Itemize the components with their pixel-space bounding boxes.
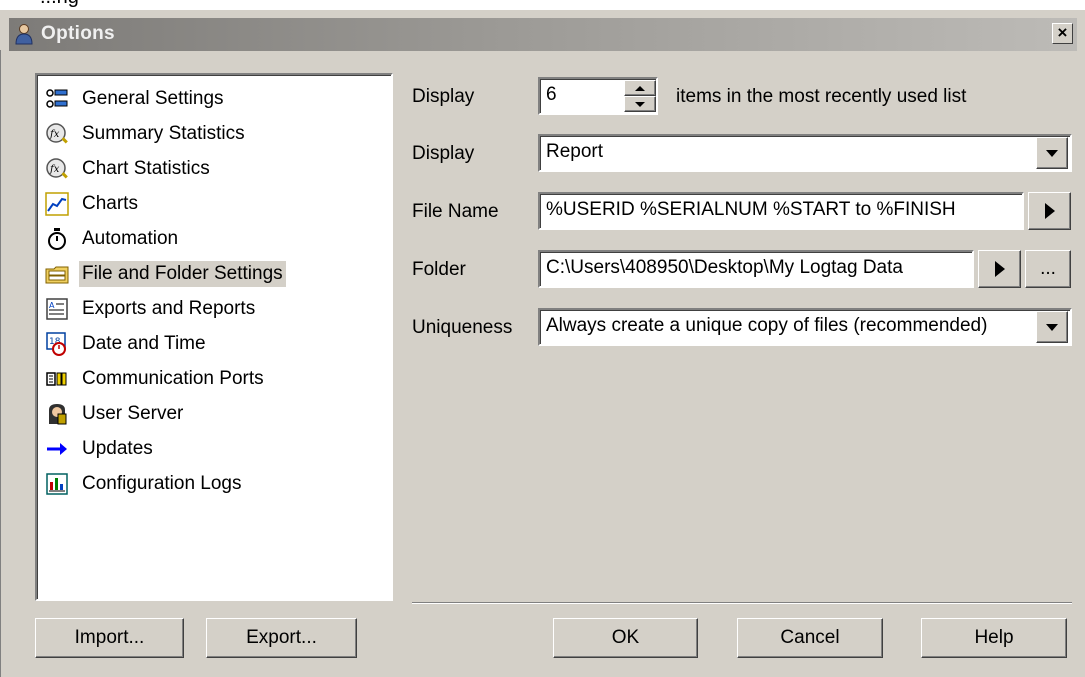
mru-display-label: Display bbox=[412, 86, 475, 107]
cancel-button[interactable]: Cancel bbox=[737, 618, 883, 658]
chevron-down-icon bbox=[1046, 323, 1058, 331]
close-button[interactable]: × bbox=[1052, 23, 1073, 44]
chevron-down-icon bbox=[1046, 149, 1058, 157]
filename-label: File Name bbox=[412, 201, 499, 222]
spinner-down-icon bbox=[635, 101, 645, 107]
nav-item-user-server[interactable]: User Server bbox=[45, 398, 186, 430]
folder-input[interactable]: C:\Users\408950\Desktop\My Logtag Data bbox=[538, 250, 974, 288]
export-button-label: Export... bbox=[246, 627, 317, 648]
nav-item-charts[interactable]: Charts bbox=[45, 188, 141, 220]
general-settings-icon bbox=[45, 87, 69, 111]
play-arrow-icon bbox=[1044, 203, 1055, 219]
ok-button-label: OK bbox=[611, 627, 640, 648]
nav-label: Automation bbox=[82, 228, 179, 249]
nav-item-file-and-folder-settings[interactable]: File and Folder Settings bbox=[45, 258, 286, 290]
nav-item-date-and-time[interactable]: 18 Date and Time bbox=[45, 328, 209, 360]
stopwatch-icon bbox=[45, 227, 69, 251]
mru-suffix-text: items in the most recently used list bbox=[676, 86, 967, 107]
import-button[interactable]: Import... bbox=[35, 618, 184, 658]
nav-item-updates[interactable]: Updates bbox=[45, 433, 156, 465]
port-icon bbox=[45, 367, 69, 391]
display-select-value: Report bbox=[546, 141, 604, 162]
nav-item-chart-statistics[interactable]: fx Chart Statistics bbox=[45, 153, 213, 185]
mru-count-value: 6 bbox=[546, 84, 557, 105]
nav-item-communication-ports[interactable]: Communication Ports bbox=[45, 363, 267, 395]
import-button-label: Import... bbox=[74, 627, 145, 648]
fx-magnifier-icon: fx bbox=[45, 122, 69, 146]
nav-item-exports-and-reports[interactable]: A Exports and Reports bbox=[45, 293, 258, 325]
display-label: Display bbox=[412, 143, 475, 164]
folder-settings-icon bbox=[45, 262, 69, 286]
background-window-strip: ...ng bbox=[0, 0, 1085, 10]
svg-text:fx: fx bbox=[49, 164, 60, 175]
cancel-button-label: Cancel bbox=[780, 627, 840, 648]
nav-label: Communication Ports bbox=[82, 368, 264, 389]
filename-value: %USERID %SERIALNUM %START to %FINISH bbox=[546, 199, 956, 220]
ok-button[interactable]: OK bbox=[553, 618, 698, 658]
nav-label: Exports and Reports bbox=[82, 298, 256, 319]
nav-item-summary-statistics[interactable]: fx Summary Statistics bbox=[45, 118, 248, 150]
nav-item-general-settings[interactable]: General Settings bbox=[45, 83, 227, 115]
svg-text:A: A bbox=[49, 301, 55, 310]
window-border bbox=[0, 50, 9, 677]
nav-item-configuration-logs[interactable]: Configuration Logs bbox=[45, 468, 245, 500]
line-chart-icon bbox=[45, 192, 69, 216]
nav-label: User Server bbox=[82, 403, 184, 424]
arrow-right-icon bbox=[45, 437, 69, 461]
folder-label: Folder bbox=[412, 259, 466, 280]
spinner-up-button[interactable] bbox=[624, 80, 656, 96]
export-button[interactable]: Export... bbox=[206, 618, 357, 658]
nav-label: Configuration Logs bbox=[82, 473, 242, 494]
play-arrow-icon bbox=[994, 261, 1005, 277]
window-title: Options bbox=[41, 23, 115, 44]
help-button[interactable]: Help bbox=[921, 618, 1067, 658]
options-user-icon bbox=[15, 24, 33, 45]
title-bar[interactable]: Options × bbox=[9, 18, 1077, 51]
options-dialog: Options × General Settings fx Summary St… bbox=[0, 10, 1085, 677]
folder-insert-button[interactable] bbox=[978, 250, 1021, 288]
nav-label: Updates bbox=[82, 438, 153, 459]
uniqueness-label: Uniqueness bbox=[412, 317, 513, 338]
uniqueness-dropdown-button[interactable] bbox=[1036, 311, 1068, 343]
config-log-icon bbox=[45, 472, 69, 496]
background-window-text: ...ng bbox=[40, 0, 79, 9]
spinner-up-icon bbox=[635, 85, 645, 91]
ellipsis-icon: ... bbox=[1040, 258, 1056, 279]
user-server-icon bbox=[45, 402, 69, 426]
nav-label: General Settings bbox=[82, 88, 224, 109]
folder-value: C:\Users\408950\Desktop\My Logtag Data bbox=[546, 257, 903, 278]
separator-line bbox=[412, 602, 1072, 604]
nav-label: Summary Statistics bbox=[82, 123, 245, 144]
display-select[interactable]: Report bbox=[538, 134, 1072, 172]
svg-text:fx: fx bbox=[49, 129, 60, 140]
filename-insert-button[interactable] bbox=[1028, 192, 1071, 230]
filename-input[interactable]: %USERID %SERIALNUM %START to %FINISH bbox=[538, 192, 1024, 230]
report-icon: A bbox=[45, 297, 69, 321]
display-dropdown-button[interactable] bbox=[1036, 137, 1068, 169]
settings-category-list[interactable]: General Settings fx Summary Statistics f… bbox=[35, 73, 393, 601]
calendar-clock-icon: 18 bbox=[45, 332, 69, 356]
nav-item-automation[interactable]: Automation bbox=[45, 223, 181, 255]
nav-label: Charts bbox=[82, 193, 138, 214]
uniqueness-select[interactable]: Always create a unique copy of files (re… bbox=[538, 308, 1072, 346]
fx-magnifier-icon: fx bbox=[45, 157, 69, 181]
spinner-down-button[interactable] bbox=[624, 96, 656, 112]
help-button-label: Help bbox=[974, 627, 1014, 648]
close-icon: × bbox=[1057, 23, 1068, 42]
nav-label: Date and Time bbox=[82, 333, 206, 354]
nav-label: File and Folder Settings bbox=[79, 261, 286, 287]
uniqueness-select-value: Always create a unique copy of files (re… bbox=[546, 315, 988, 336]
folder-browse-button[interactable]: ... bbox=[1025, 250, 1071, 288]
nav-label: Chart Statistics bbox=[82, 158, 210, 179]
